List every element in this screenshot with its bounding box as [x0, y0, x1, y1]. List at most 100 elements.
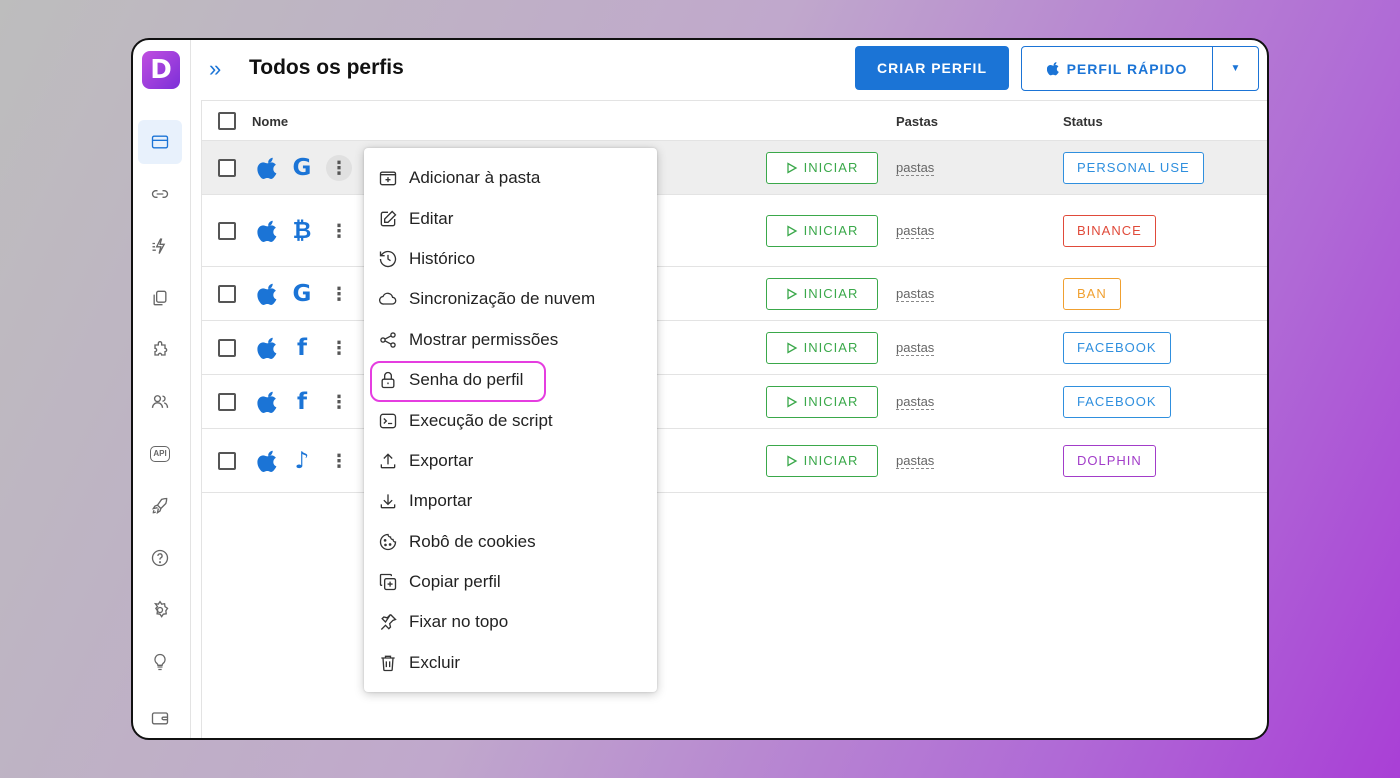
start-label: INICIAR: [803, 340, 859, 355]
menu-item-label: Importar: [409, 491, 473, 511]
facebook-icon: f: [296, 388, 307, 415]
users-icon[interactable]: [138, 380, 182, 424]
row-checkbox[interactable]: [218, 338, 236, 357]
status-badge[interactable]: FACEBOOK: [1063, 331, 1171, 364]
quick-profile-dropdown[interactable]: ▼: [1213, 47, 1258, 90]
apple-icon: [257, 156, 279, 180]
folders-link[interactable]: pastas: [896, 160, 935, 176]
table-row[interactable]: f ⋮ INICIAR pastas FACEBOOK: [202, 321, 1267, 375]
settings-icon[interactable]: [138, 588, 182, 632]
more-options-icon[interactable]: ⋮: [326, 389, 352, 415]
row-checkbox[interactable]: [218, 158, 236, 177]
menu-item-label: Fixar no topo: [409, 612, 509, 632]
menu-item-label: Robô de cookies: [409, 531, 536, 551]
wallet-icon[interactable]: [138, 696, 182, 738]
more-options-icon[interactable]: ⋮: [326, 448, 352, 474]
create-profile-button[interactable]: CRIAR PERFIL: [855, 46, 1009, 90]
row-checkbox[interactable]: [218, 451, 236, 470]
row-checkbox[interactable]: [218, 284, 236, 303]
download-icon: [380, 494, 396, 509]
table-header: Nome Pastas Status: [202, 101, 1267, 141]
history-icon: [379, 250, 397, 268]
row-checkbox[interactable]: [218, 392, 236, 411]
apple-icon: [257, 336, 279, 360]
quick-profile-button[interactable]: PERFIL RÁPIDO: [1022, 47, 1213, 90]
start-label: INICIAR: [803, 223, 859, 238]
menu-item[interactable]: Senha do perfil: [364, 360, 657, 403]
select-all-checkbox[interactable]: [218, 112, 236, 130]
start-profile-button[interactable]: INICIAR: [766, 214, 878, 247]
api-icon[interactable]: API: [138, 432, 182, 476]
apple-icon: [257, 390, 279, 414]
row-checkbox[interactable]: [218, 221, 236, 240]
menu-item-label: Histórico: [409, 248, 476, 268]
more-options-icon[interactable]: ⋮: [326, 218, 352, 244]
column-folders[interactable]: Pastas: [896, 114, 938, 129]
menu-item[interactable]: Adicionar à pasta: [364, 158, 657, 198]
play-icon: [786, 224, 798, 237]
table-row[interactable]: ♪ ⋮ INICIAR pastas DOLPHIN: [202, 429, 1267, 493]
automation-icon[interactable]: [138, 224, 182, 268]
more-options-icon[interactable]: ⋮: [326, 335, 352, 361]
column-status[interactable]: Status: [1063, 114, 1103, 129]
sidebar: D API: [133, 40, 191, 738]
start-profile-button[interactable]: INICIAR: [766, 151, 878, 184]
apple-icon: [257, 282, 279, 306]
menu-item[interactable]: Copiar perfil: [364, 562, 657, 602]
menu-item[interactable]: Fixar no topo: [364, 602, 657, 642]
table-row[interactable]: G ⋮ INICIAR pastas PERSONAL USE: [202, 141, 1267, 195]
folder-plus-icon: [379, 171, 397, 186]
play-icon: [786, 161, 798, 174]
folders-link[interactable]: pastas: [896, 340, 935, 356]
menu-item[interactable]: Sincronização de nuvem: [364, 279, 657, 319]
folders-link[interactable]: pastas: [896, 394, 935, 410]
status-badge[interactable]: BINANCE: [1063, 214, 1156, 247]
terminal-icon: [379, 413, 397, 428]
page-title: Todos os perfis: [249, 56, 404, 79]
edit-icon: [380, 210, 397, 226]
start-profile-button[interactable]: INICIAR: [766, 385, 878, 418]
menu-item[interactable]: Histórico: [364, 239, 657, 279]
bitcoin-icon: ₿: [292, 217, 312, 244]
copy-icon[interactable]: [138, 276, 182, 320]
start-profile-button[interactable]: INICIAR: [766, 277, 878, 310]
menu-item[interactable]: Robô de cookies: [364, 522, 657, 562]
expand-sidebar-icon[interactable]: »: [209, 57, 221, 81]
folders-link[interactable]: pastas: [896, 286, 935, 302]
menu-item[interactable]: Exportar: [364, 441, 657, 481]
column-name[interactable]: Nome: [252, 114, 288, 129]
table-row[interactable]: f ⋮ INICIAR pastas FACEBOOK: [202, 375, 1267, 429]
page-header: » Todos os perfis CRIAR PERFIL PERFIL RÁ…: [191, 40, 1267, 100]
start-profile-button[interactable]: INICIAR: [766, 331, 878, 364]
status-badge[interactable]: FACEBOOK: [1063, 385, 1171, 418]
status-badge[interactable]: BAN: [1063, 277, 1121, 310]
folders-link[interactable]: pastas: [896, 223, 935, 239]
menu-item-label: Mostrar permissões: [409, 329, 559, 349]
table-row[interactable]: G ⋮ INICIAR pastas BAN: [202, 267, 1267, 321]
start-label: INICIAR: [803, 286, 859, 301]
table-row[interactable]: ₿ ⋮ INICIAR pastas BINANCE: [202, 195, 1267, 267]
menu-item[interactable]: Execução de script: [364, 400, 657, 440]
rocket-icon[interactable]: [138, 484, 182, 528]
menu-item[interactable]: Importar: [364, 481, 657, 521]
menu-item[interactable]: Excluir: [364, 643, 657, 683]
browser-icon[interactable]: [138, 120, 182, 164]
more-options-icon[interactable]: ⋮: [326, 154, 352, 181]
folders-link[interactable]: pastas: [896, 453, 935, 469]
more-options-icon[interactable]: ⋮: [326, 281, 352, 307]
lightbulb-icon[interactable]: [138, 640, 182, 684]
link-icon[interactable]: [138, 172, 182, 216]
start-profile-button[interactable]: INICIAR: [766, 444, 878, 477]
profile-context-menu: Adicionar à pasta Editar Histórico Sincroni…: [364, 148, 657, 692]
cloud-icon: [379, 292, 397, 306]
start-label: INICIAR: [803, 394, 859, 409]
status-badge[interactable]: DOLPHIN: [1063, 444, 1156, 477]
help-icon[interactable]: [138, 536, 182, 580]
menu-item-label: Excluir: [409, 652, 461, 672]
menu-item[interactable]: Mostrar permissões: [364, 320, 657, 360]
menu-item[interactable]: Editar: [364, 198, 657, 238]
menu-item-label: Adicionar à pasta: [409, 168, 541, 188]
extensions-icon[interactable]: [138, 328, 182, 372]
status-badge[interactable]: PERSONAL USE: [1063, 151, 1204, 184]
play-icon: [786, 395, 798, 408]
